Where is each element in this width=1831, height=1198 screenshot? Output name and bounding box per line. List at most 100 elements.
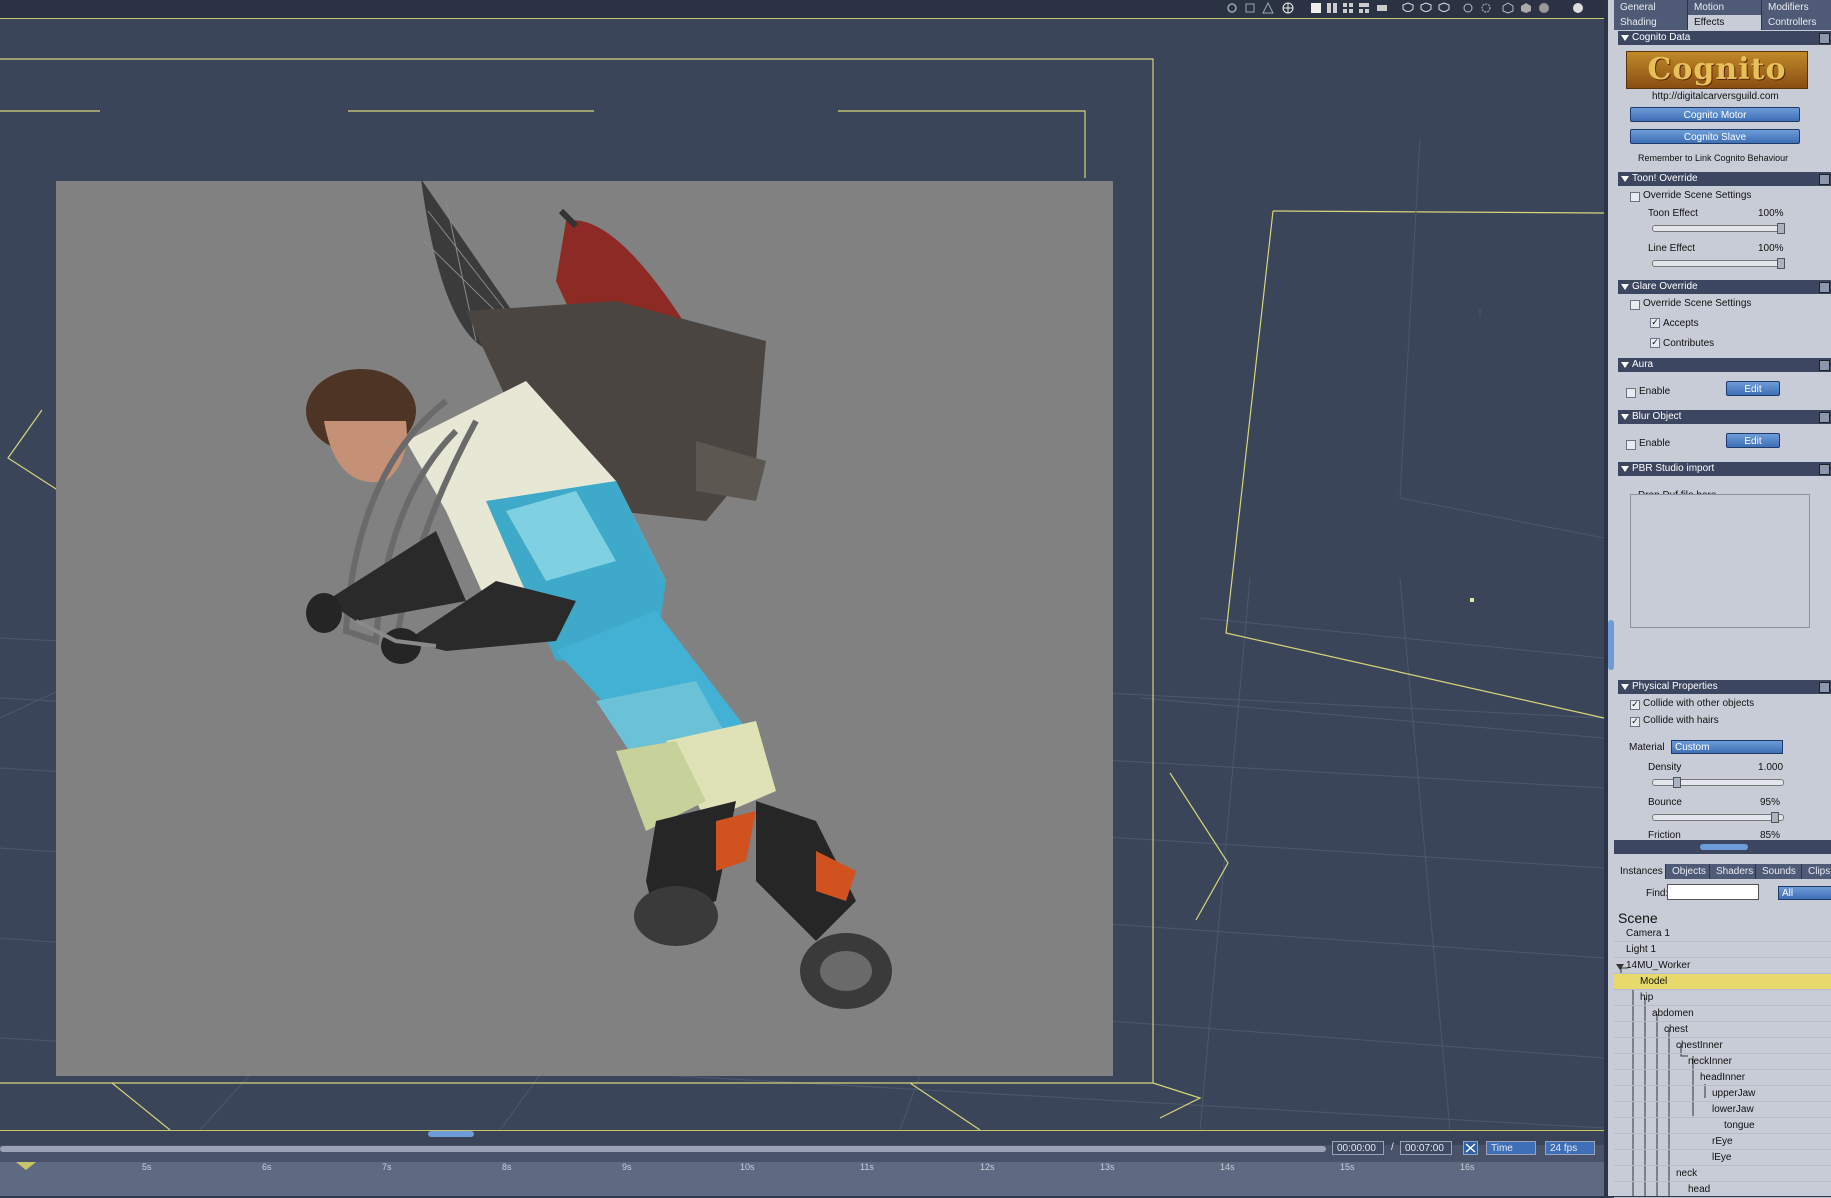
pin-icon[interactable] <box>1819 174 1830 185</box>
move-icon[interactable] <box>1226 2 1238 14</box>
layout-quad-icon[interactable] <box>1342 2 1354 14</box>
light-icon[interactable] <box>1462 2 1474 14</box>
pin-icon[interactable] <box>1819 682 1830 693</box>
fps-select[interactable]: 24 fps <box>1545 1141 1595 1155</box>
slider-knob[interactable] <box>1777 223 1785 234</box>
pin-icon[interactable] <box>1819 412 1830 423</box>
pin-icon[interactable] <box>1819 464 1830 475</box>
tab-modifiers[interactable]: Modifiers <box>1762 0 1831 15</box>
cube-icon[interactable] <box>1502 2 1514 14</box>
tree-item-figure[interactable]: 14MU_Worker <box>1614 958 1831 974</box>
pin-icon[interactable] <box>1819 360 1830 371</box>
jetpack-worker-figure[interactable] <box>56 181 1113 1076</box>
tab-sounds[interactable]: Sounds <box>1756 864 1802 879</box>
tab-controllers[interactable]: Controllers <box>1762 15 1831 30</box>
render-preview[interactable] <box>56 181 1113 1076</box>
tree-item-lowerjaw[interactable]: lowerJaw <box>1614 1102 1831 1118</box>
toon-override-checkbox[interactable] <box>1630 192 1640 202</box>
slider-knob[interactable] <box>1771 812 1779 823</box>
tab-general[interactable]: General <box>1614 0 1688 15</box>
current-time-field[interactable]: 00:00:00 <box>1332 1141 1384 1155</box>
glare-contributes-checkbox[interactable]: ✓ <box>1650 338 1660 348</box>
section-cognito-header[interactable]: Cognito Data <box>1618 31 1831 45</box>
tab-motion[interactable]: Motion <box>1688 0 1762 15</box>
time-scrubber[interactable] <box>0 1146 1326 1152</box>
tree-item-tongue[interactable]: tongue <box>1614 1118 1831 1134</box>
tree-item-neckinner[interactable]: neckInner <box>1614 1054 1831 1070</box>
scale-icon[interactable] <box>1262 1 1274 14</box>
density-slider[interactable] <box>1652 777 1784 788</box>
layout-split-icon[interactable] <box>1326 2 1338 14</box>
blur-enable-checkbox[interactable] <box>1626 440 1636 450</box>
tree-item-upperjaw[interactable]: upperJaw <box>1614 1086 1831 1102</box>
tab-shaders[interactable]: Shaders <box>1710 864 1756 879</box>
layout-single-icon[interactable] <box>1310 2 1322 14</box>
glare-accepts-checkbox[interactable]: ✓ <box>1650 318 1660 328</box>
line-effect-slider[interactable] <box>1652 258 1785 269</box>
loop-toggle[interactable] <box>1463 1141 1478 1155</box>
panel-resize-handle[interactable] <box>428 1131 474 1137</box>
section-pbr-header[interactable]: PBR Studio import <box>1618 462 1831 476</box>
end-time-field[interactable]: 00:07:00 <box>1400 1141 1452 1155</box>
collide-objects-checkbox[interactable]: ✓ <box>1630 700 1640 710</box>
tree-item-reye[interactable]: rEye <box>1614 1134 1831 1150</box>
cube-solid-icon[interactable] <box>1520 2 1532 14</box>
layout-triple-icon[interactable] <box>1358 2 1370 14</box>
glare-override-label: Override Scene Settings <box>1643 298 1752 309</box>
properties-tabs-row2: Shading Effects Controllers <box>1614 15 1831 30</box>
sphere-icon[interactable] <box>1538 2 1550 14</box>
glare-override-checkbox[interactable] <box>1630 300 1640 310</box>
toon-effect-slider[interactable] <box>1652 223 1785 234</box>
section-physical-header[interactable]: Physical Properties <box>1618 680 1831 694</box>
playhead-icon[interactable] <box>16 1162 36 1172</box>
tab-objects[interactable]: Objects <box>1666 864 1710 879</box>
pin-icon[interactable] <box>1819 282 1830 293</box>
camera-icon[interactable] <box>1480 2 1492 14</box>
tree-item-hip[interactable]: hip <box>1614 990 1831 1006</box>
expand-triangle-icon[interactable] <box>1616 964 1624 970</box>
filter-select[interactable]: All <box>1778 886 1831 900</box>
tree-item-light[interactable]: Light 1 <box>1614 942 1831 958</box>
tree-item-neck[interactable]: neck <box>1614 1166 1831 1182</box>
aura-enable-checkbox[interactable] <box>1626 388 1636 398</box>
pin-icon[interactable] <box>1819 33 1830 44</box>
section-aura-header[interactable]: Aura <box>1618 358 1831 372</box>
cognito-motor-button[interactable]: Cognito Motor <box>1630 107 1800 122</box>
sphere-shaded-icon[interactable] <box>1572 2 1584 14</box>
panel-splitter-handle[interactable] <box>1608 620 1614 670</box>
layout-wide-icon[interactable] <box>1376 2 1388 14</box>
tree-item-camera[interactable]: Camera 1 <box>1614 926 1831 942</box>
tree-item-chest[interactable]: chest <box>1614 1022 1831 1038</box>
material-select[interactable]: Custom <box>1671 740 1783 754</box>
cognito-slave-button[interactable]: Cognito Slave <box>1630 129 1800 144</box>
section-blur-header[interactable]: Blur Object <box>1618 410 1831 424</box>
shield-icon[interactable] <box>1402 2 1414 14</box>
pbr-drop-zone[interactable] <box>1630 494 1810 628</box>
slider-knob[interactable] <box>1673 777 1681 788</box>
time-mode-select[interactable]: Time <box>1486 1141 1536 1155</box>
tree-item-chestinner[interactable]: chestInner <box>1614 1038 1831 1054</box>
section-glare-header[interactable]: Glare Override <box>1618 280 1831 294</box>
collide-hairs-checkbox[interactable]: ✓ <box>1630 717 1640 727</box>
bounce-slider[interactable] <box>1652 812 1784 823</box>
shield-outline-icon[interactable] <box>1438 2 1450 14</box>
tab-instances[interactable]: Instances <box>1614 864 1666 879</box>
tree-item-model[interactable]: Model <box>1614 974 1831 990</box>
rotate-icon[interactable] <box>1244 2 1256 14</box>
shield-alt-icon[interactable] <box>1420 2 1432 14</box>
find-input[interactable] <box>1667 884 1759 900</box>
blur-edit-button[interactable]: Edit <box>1726 433 1780 448</box>
aura-edit-button[interactable]: Edit <box>1726 381 1780 396</box>
tree-item-leye[interactable]: lEye <box>1614 1150 1831 1166</box>
tab-effects[interactable]: Effects <box>1688 15 1762 30</box>
tree-item-abdomen[interactable]: abdomen <box>1614 1006 1831 1022</box>
timeline-ruler[interactable]: 5s 6s 7s 8s 9s 10s 11s 12s 13s 14s 15s 1… <box>0 1162 1604 1196</box>
3d-viewport[interactable] <box>0 0 1604 1130</box>
section-toon-header[interactable]: Toon! Override <box>1618 172 1831 186</box>
slider-knob[interactable] <box>1777 258 1785 269</box>
tab-clips[interactable]: Clips <box>1802 864 1831 879</box>
panel-resize-handle[interactable] <box>1700 844 1748 850</box>
tab-shading[interactable]: Shading <box>1614 15 1688 30</box>
target-icon[interactable] <box>1282 2 1294 14</box>
tree-item-headinner[interactable]: headInner <box>1614 1070 1831 1086</box>
